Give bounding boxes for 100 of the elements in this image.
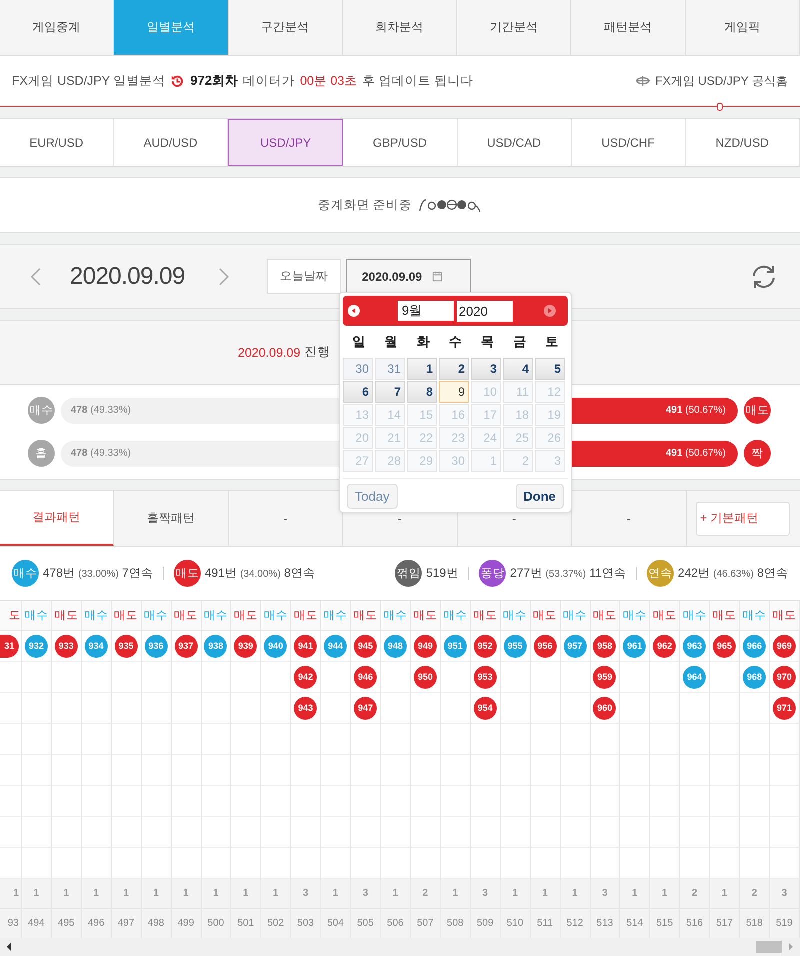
currency-tab[interactable]: USD/CAD — [458, 119, 572, 166]
result-ball: 935 — [114, 634, 138, 658]
result-ball: 962 — [653, 634, 676, 658]
calendar-day: 24 — [471, 427, 501, 449]
streak-count: 1 — [650, 879, 680, 909]
result-badge: 매도 — [744, 397, 771, 424]
date-field[interactable]: 2020.09.09 — [346, 259, 472, 294]
column-index: 508 — [440, 909, 470, 938]
calendar-day: 1 — [471, 450, 501, 472]
column-header: 도 — [0, 601, 21, 631]
streak-count: 3 — [770, 879, 799, 909]
calendar-day: 10 — [471, 381, 501, 403]
calendar-day: 28 — [375, 450, 405, 472]
add-pattern-button[interactable]: + 기본패턴 — [696, 502, 790, 536]
column-header: 매수 — [142, 601, 171, 631]
streak-count: 3 — [590, 879, 620, 909]
next-icon[interactable] — [218, 266, 230, 286]
currency-tab[interactable]: USD/JPY — [228, 119, 344, 166]
currency-tab[interactable]: EUR/USD — [0, 119, 114, 166]
summary-text: 242번 (46.63%) 8연속 — [678, 565, 788, 582]
column-header: 매도 — [770, 601, 799, 631]
currency-tab[interactable]: USD/CHF — [572, 119, 686, 166]
column-index: 501 — [231, 909, 260, 938]
calendar-day: 31 — [375, 358, 405, 380]
calendar-day[interactable]: 4 — [503, 358, 533, 380]
done-button[interactable]: Done — [516, 484, 564, 509]
result-ball: 955 — [504, 634, 527, 658]
calendar-icon — [432, 271, 444, 282]
previous-month-icon[interactable] — [348, 305, 360, 317]
column-index: 516 — [680, 909, 710, 938]
round-number: 972회차 — [190, 72, 238, 90]
calendar-day[interactable]: 6 — [343, 381, 373, 403]
column-header: 매도 — [231, 601, 260, 631]
streak-count: 2 — [680, 879, 710, 909]
column-index: 494 — [22, 909, 51, 938]
nav-tab[interactable]: 회차분석 — [342, 0, 458, 55]
calendar-day[interactable]: 7 — [375, 381, 405, 403]
streak-count: 2 — [410, 879, 440, 909]
next-month-icon[interactable] — [544, 305, 556, 317]
currency-tab[interactable]: GBP/USD — [343, 119, 458, 166]
column-index: 519 — [770, 909, 799, 938]
streak-count: 1 — [142, 879, 171, 909]
result-ball: 949 — [414, 634, 437, 658]
calendar-day[interactable]: 5 — [535, 358, 565, 380]
column-index: 507 — [410, 909, 440, 938]
currency-tab[interactable]: NZD/USD — [686, 119, 800, 166]
calendar-day: 3 — [535, 450, 565, 472]
result-ball: 942 — [294, 666, 318, 688]
calendar-day: 27 — [343, 450, 373, 472]
column-index: 517 — [710, 909, 740, 938]
result-ball: 936 — [144, 634, 168, 658]
broadcast-status: 중계화면 준비중 — [318, 196, 412, 214]
pattern-tab[interactable]: 결과패턴 — [0, 491, 114, 546]
calendar-day: 26 — [535, 427, 565, 449]
stats-date: 2020.09.09 — [238, 346, 301, 360]
result-ball: 958 — [593, 634, 616, 658]
result-ball: 965 — [713, 634, 736, 658]
calendar-day[interactable]: 3 — [471, 358, 501, 380]
year-field[interactable]: 2020 — [457, 300, 513, 322]
month-field[interactable]: 9월 — [398, 301, 454, 321]
previous-icon[interactable] — [30, 266, 42, 286]
home-link[interactable]: FX게임 USD/JPY 공식홈 — [656, 72, 788, 90]
column-header: 매도 — [291, 601, 320, 631]
calendar-day: 12 — [535, 381, 565, 403]
column-header: 매수 — [500, 601, 530, 631]
streak-count: 1 — [172, 879, 201, 909]
calendar-day: 20 — [343, 427, 373, 449]
calendar-day: 22 — [407, 427, 437, 449]
calendar-day[interactable]: 8 — [407, 381, 437, 403]
result-badge: 매수 — [28, 397, 55, 424]
column-header: 매도 — [52, 601, 81, 631]
column-index: 509 — [470, 909, 500, 938]
weekday-label: 화 — [416, 333, 431, 351]
today-button[interactable]: 오늘날짜 — [267, 259, 342, 294]
result-ball: 961 — [623, 634, 646, 658]
stats-title: 진행 — [304, 344, 331, 361]
calendar-day[interactable]: 9 — [439, 381, 469, 403]
calendar-day[interactable]: 1 — [407, 358, 437, 380]
column-index: 513 — [590, 909, 620, 938]
column-index: 496 — [82, 909, 111, 938]
result-badge: 짝 — [744, 440, 771, 467]
streak-count: 2 — [740, 879, 770, 909]
result-ball: 956 — [534, 634, 557, 658]
streak-count: 3 — [291, 879, 320, 909]
nav-tab[interactable]: 기간분석 — [457, 0, 572, 55]
nav-tab[interactable]: 구간분석 — [228, 0, 343, 55]
legend-badge: 꺾임 — [395, 560, 422, 587]
weekday-label: 월 — [384, 333, 399, 351]
calendar-day: 18 — [503, 404, 533, 426]
nav-tab[interactable]: 패턴분석 — [571, 0, 686, 55]
result-ball: 944 — [324, 634, 348, 658]
legend-badge: 매수 — [12, 560, 39, 587]
result-badge: 홀 — [28, 440, 55, 467]
streak-count: 1 — [710, 879, 740, 909]
result-ball: 945 — [354, 634, 378, 658]
calendar-day: 17 — [471, 404, 501, 426]
calendar-day: 15 — [407, 404, 437, 426]
calendar-day[interactable]: 2 — [439, 358, 469, 380]
result-ball: 966 — [743, 634, 766, 658]
nav-tab[interactable]: 게임픽 — [686, 0, 800, 55]
